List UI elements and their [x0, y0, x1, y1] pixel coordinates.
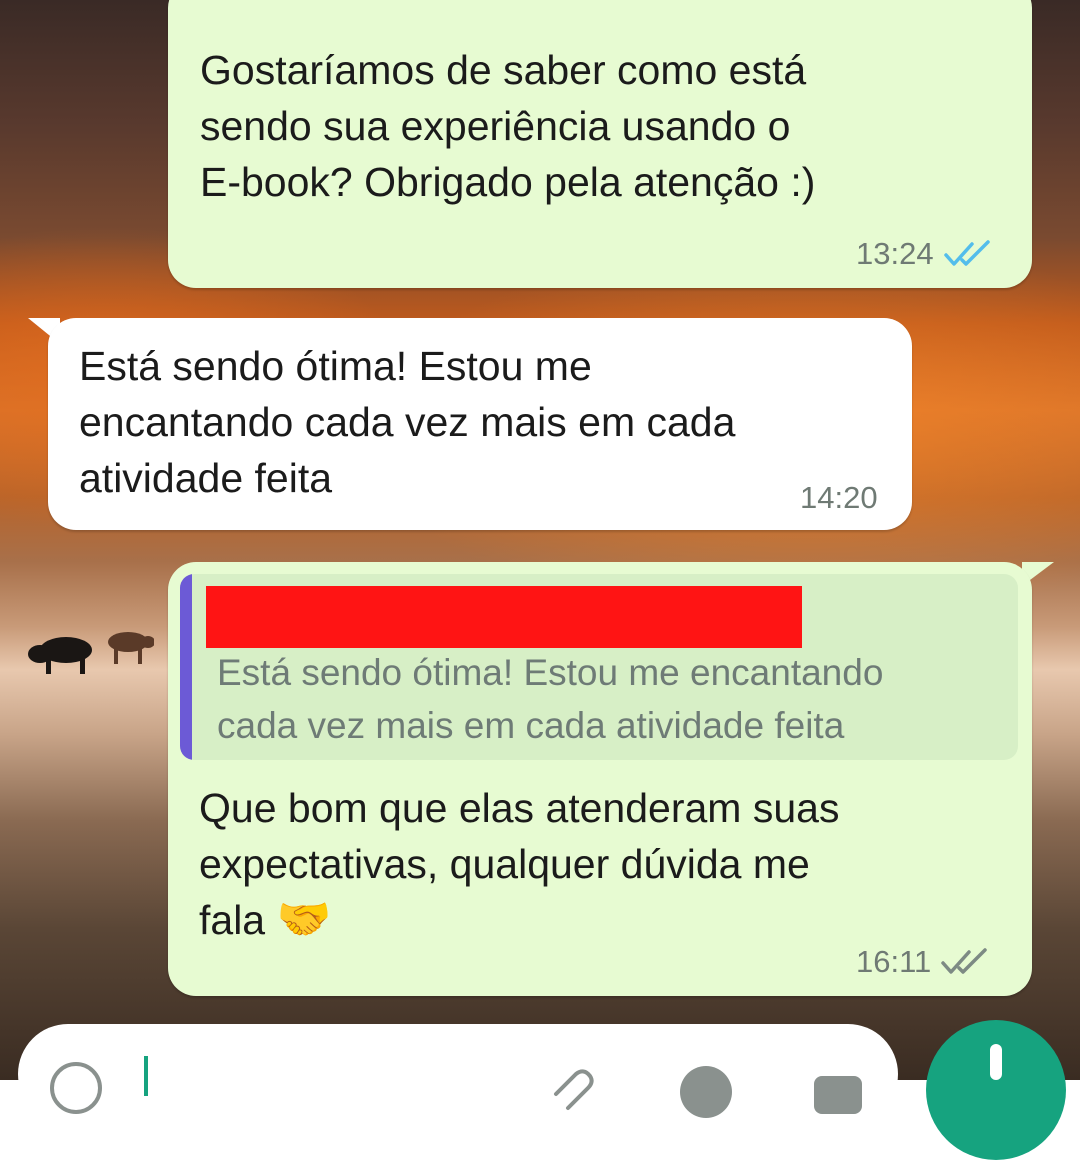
- double-check-icon: [943, 240, 990, 266]
- message-text: Está sendo ótima! Estou me encantando ca…: [79, 343, 736, 501]
- incoming-message-bubble[interactable]: Está sendo ótima! Estou me encantando ca…: [48, 318, 912, 530]
- message-time: 14:20: [800, 480, 878, 515]
- quote-accent-bar: [180, 574, 192, 760]
- rupee-payment-icon[interactable]: [676, 1062, 736, 1122]
- message-meta: 13:24: [856, 236, 992, 272]
- quoted-message[interactable]: Está sendo ótima! Estou me encantando ca…: [180, 574, 1018, 760]
- yak-silhouette-image: [28, 632, 154, 674]
- message-meta: 14:20: [800, 480, 878, 516]
- emoji-icon[interactable]: [46, 1058, 106, 1118]
- message-time: 13:24: [856, 236, 934, 271]
- double-check-icon: [941, 948, 988, 974]
- redacted-author-name: [206, 586, 802, 648]
- text-cursor: [144, 1056, 148, 1096]
- message-time: 16:11: [856, 944, 932, 979]
- microphone-icon: [990, 1044, 1002, 1080]
- paperclip-icon[interactable]: [542, 1064, 602, 1124]
- outgoing-message-bubble[interactable]: Gostaríamos de saber como está sendo sua…: [168, 0, 1032, 288]
- camera-icon[interactable]: [808, 1062, 868, 1122]
- microphone-button[interactable]: [926, 1020, 1066, 1160]
- message-text: Que bom que elas atenderam suas expectat…: [199, 780, 1019, 948]
- quoted-message-text: Está sendo ótima! Estou me encantando ca…: [217, 652, 884, 746]
- message-meta: 16:11: [856, 944, 989, 980]
- message-text: Gostaríamos de saber como está sendo sua…: [200, 47, 816, 205]
- message-input-bar[interactable]: [18, 1024, 898, 1124]
- handshake-emoji: 🤝: [276, 895, 332, 944]
